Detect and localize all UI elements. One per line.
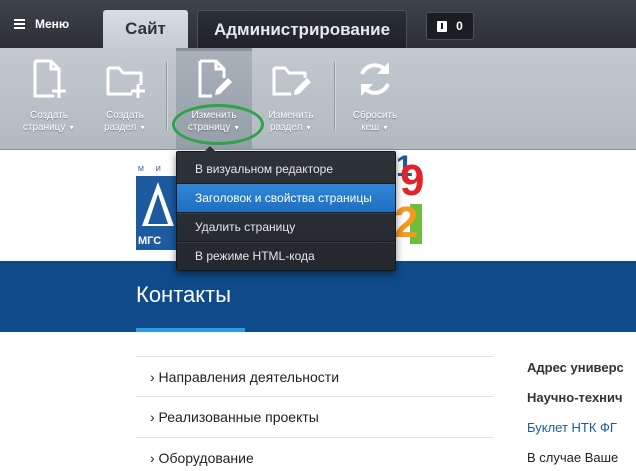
menu-item-html-mode[interactable]: В режиме HTML-кода — [177, 242, 395, 271]
side-nav-item[interactable]: › Направления деятельности — [136, 356, 494, 397]
notifications-count: 0 — [456, 19, 463, 33]
create-section-button[interactable]: Создать раздел ▼ — [92, 48, 158, 150]
clear-cache-button[interactable]: Сбросить кеш ▼ — [342, 48, 408, 150]
logo-abbr: МГС — [138, 235, 162, 247]
highlight-ring-annotation — [172, 104, 264, 145]
booklet-link[interactable]: Буклет НТК ФГ — [527, 418, 636, 448]
edit-folder-icon — [272, 66, 311, 96]
menu-item-delete-page[interactable]: Удалить страницу — [177, 213, 395, 242]
logo-number-2: 2 — [394, 198, 419, 247]
edit-page-dropdown: В визуальном редакторе Заголовок и свойс… — [176, 146, 396, 271]
edit-section-button[interactable]: Изменить раздел ▼ — [256, 48, 326, 150]
menu-item-visual-editor[interactable]: В визуальном редакторе — [177, 155, 395, 184]
create-section-label-2: раздел — [104, 122, 137, 133]
tab-site[interactable]: Сайт — [103, 10, 188, 48]
create-page-icon — [33, 59, 66, 98]
side-nav-item[interactable]: › Реализованные проекты — [136, 397, 494, 438]
create-section-label-1: Создать — [105, 110, 144, 121]
edit-section-label-1: Изменить — [268, 110, 314, 121]
create-page-label-1: Создать — [29, 110, 68, 121]
side-nav: › Направления деятельности › Реализованн… — [136, 356, 494, 471]
caret-down-icon: ▼ — [305, 125, 312, 132]
title-accent-bar — [136, 328, 245, 332]
page-title: Контакты — [136, 282, 232, 307]
menu-button[interactable]: Меню — [14, 17, 69, 31]
notifications-button[interactable]: 0 — [426, 12, 474, 40]
edit-page-icon — [198, 59, 232, 98]
create-page-label-2: страницу — [22, 122, 66, 133]
contacts-column: Адрес универс Научно-технич Буклет НТК Ф… — [527, 358, 636, 471]
page-banner: Контакты — [0, 261, 636, 332]
side-nav-item[interactable]: › Оборудование — [136, 438, 494, 471]
contact-line: Адрес универс — [527, 360, 624, 375]
contact-line: В случае Ваше — [527, 450, 619, 465]
hamburger-icon — [14, 17, 25, 31]
create-folder-icon — [106, 66, 145, 98]
admin-toolbar: Создать страницу ▼ Создать раздел ▼ Изме… — [0, 48, 636, 150]
tab-administration[interactable]: Администрирование — [197, 10, 407, 48]
admin-topbar: Меню Сайт Администрирование 0 — [0, 0, 636, 48]
edit-section-label-2: раздел — [270, 122, 303, 133]
contact-line: Научно-технич — [527, 390, 623, 405]
toolbar-separator — [166, 62, 167, 130]
logo-small-letters: М И — [138, 166, 166, 173]
menu-item-page-properties[interactable]: Заголовок и свойства страницы — [177, 184, 395, 213]
create-page-button[interactable]: Создать страницу ▼ — [16, 48, 82, 150]
info-icon — [437, 20, 448, 32]
caret-down-icon: ▼ — [68, 125, 76, 132]
logo[interactable]: МГС — [136, 176, 180, 250]
clear-cache-label-1: Сбросить — [352, 110, 398, 121]
clear-cache-label-2: кеш — [361, 122, 380, 133]
toolbar-separator — [334, 62, 335, 130]
refresh-icon — [360, 62, 390, 96]
caret-down-icon: ▼ — [381, 125, 389, 132]
caret-down-icon: ▼ — [139, 125, 146, 132]
menu-label: Меню — [35, 17, 70, 31]
